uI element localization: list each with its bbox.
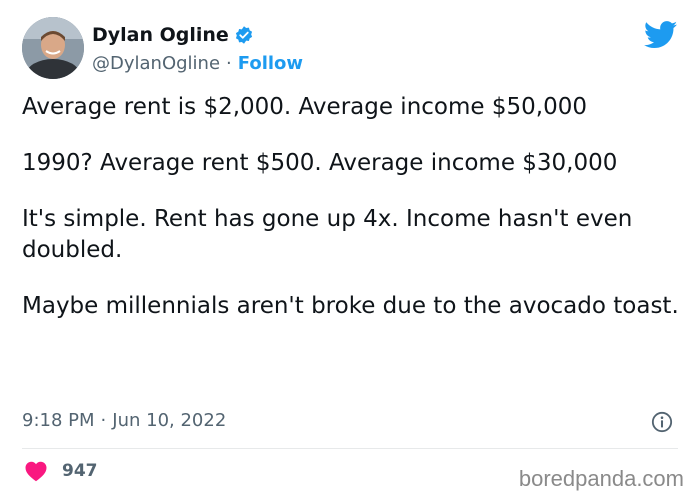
timestamp-separator: · (100, 410, 107, 431)
twitter-bird-icon[interactable] (644, 21, 678, 49)
display-name[interactable]: Dylan Ogline (92, 24, 229, 46)
handle-row: @DylanOgline · Follow (92, 53, 303, 74)
user-handle[interactable]: @DylanOgline (92, 53, 220, 74)
tweet-text: Average rent is $2,000. Average income $… (22, 92, 682, 347)
tweet-paragraph-2: 1990? Average rent $500. Average income … (22, 150, 618, 176)
tweet-paragraph-3: It's simple. Rent has gone up 4x. Income… (22, 206, 633, 263)
verified-badge-icon (235, 26, 252, 44)
tweet-paragraph-1: Average rent is $2,000. Average income $… (22, 94, 587, 120)
follow-button[interactable]: Follow (238, 53, 303, 74)
tweet-header: Dylan Ogline @DylanOgline · Follow (22, 17, 678, 81)
avatar[interactable] (22, 17, 84, 79)
tweet-date: Jun 10, 2022 (112, 410, 227, 431)
divider (22, 448, 678, 449)
name-row: Dylan Ogline (92, 21, 303, 49)
tweet-paragraph-4: Maybe millennials aren't broke due to th… (22, 293, 679, 319)
info-icon[interactable] (651, 411, 673, 433)
like-action[interactable]: 947 (24, 460, 98, 482)
heart-icon[interactable] (24, 460, 48, 482)
tweet-timestamp[interactable]: 9:18 PM · Jun 10, 2022 (22, 410, 226, 431)
tweet-card: Dylan Ogline @DylanOgline · Follow Avera… (0, 0, 700, 502)
like-count: 947 (62, 461, 98, 481)
watermark: boredpanda.com (518, 466, 684, 491)
tweet-time: 9:18 PM (22, 410, 95, 431)
handle-separator: · (226, 53, 232, 74)
avatar-image (22, 17, 84, 79)
user-info: Dylan Ogline @DylanOgline · Follow (92, 21, 303, 74)
